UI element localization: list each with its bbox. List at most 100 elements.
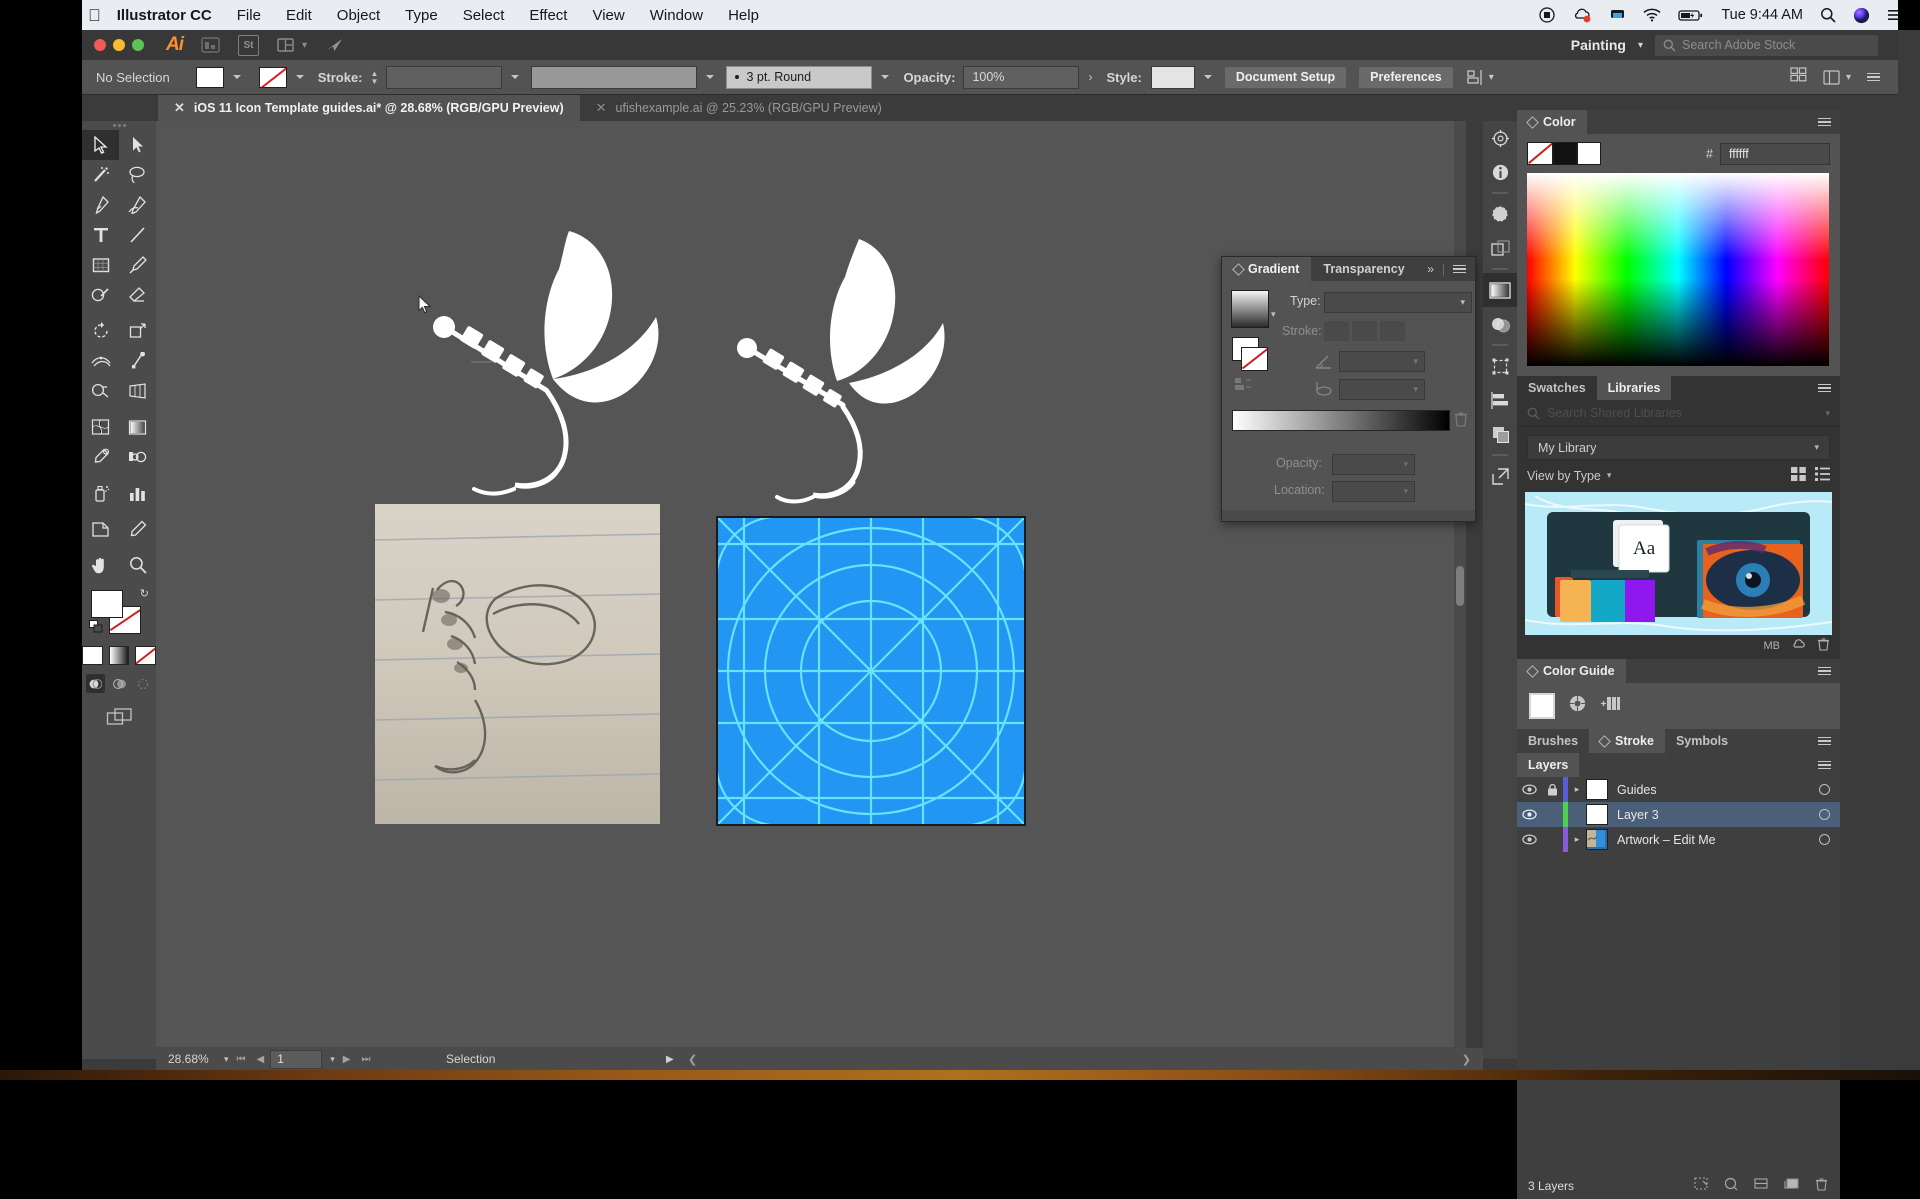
layer-visibility-toggle[interactable] <box>1517 784 1541 795</box>
menu-file[interactable]: File <box>237 7 261 24</box>
tab-swatches[interactable]: Swatches <box>1517 376 1597 400</box>
graphic-style-swatch[interactable] <box>1150 65 1195 89</box>
document-tab-inactive[interactable]: ✕ ufishexample.ai @ 25.23% (RGB/GPU Prev… <box>579 95 898 121</box>
opacity-chevron-down-icon[interactable]: ▾ <box>1403 459 1408 470</box>
trash-icon[interactable] <box>1817 637 1830 654</box>
gradient-panel-resize-handle[interactable] <box>1222 510 1475 521</box>
pathfinder-icon[interactable] <box>1483 417 1517 451</box>
reverse-gradient-icon[interactable] <box>1235 377 1252 397</box>
menu-app-name[interactable]: Illustrator CC <box>117 7 212 24</box>
chevron-down-icon[interactable]: ▾ <box>302 40 307 51</box>
opacity-flyout-icon[interactable]: › <box>1088 70 1092 84</box>
artboard-chevron-down-icon[interactable]: ▾ <box>330 1054 335 1065</box>
stroke-weight-stepper[interactable]: ▲ ▼ <box>371 69 379 85</box>
gradient-opacity-field[interactable]: ▾ <box>1332 454 1415 475</box>
curvature-tool[interactable] <box>119 190 156 220</box>
gradient-mode-button[interactable] <box>108 646 130 665</box>
stroke-within-button[interactable] <box>1324 321 1349 341</box>
color-guide-menu-icon[interactable] <box>1818 666 1831 676</box>
brushes-icon[interactable] <box>1483 121 1517 155</box>
library-selector[interactable]: My Library ▾ <box>1527 435 1830 460</box>
color-none-swatch[interactable] <box>1527 142 1553 165</box>
fill-color-swatch[interactable] <box>195 66 224 88</box>
create-sublayer-icon[interactable] <box>1754 1177 1768 1194</box>
wifi-icon[interactable] <box>1643 8 1661 22</box>
dropbox-icon[interactable] <box>1609 7 1626 23</box>
layer-visibility-toggle[interactable] <box>1517 834 1541 845</box>
paintbrush-tool[interactable] <box>119 250 156 280</box>
swap-fill-stroke-icon[interactable]: ↻ <box>140 587 149 600</box>
gradient-angle-field[interactable]: ▾ <box>1339 351 1425 372</box>
stroke-across-button[interactable] <box>1380 321 1405 341</box>
transform-icon[interactable] <box>1483 349 1517 383</box>
behance-publish-button[interactable] <box>325 37 345 54</box>
layer-expand-chevron-icon[interactable]: ▸ <box>1568 784 1586 795</box>
shaper-tool[interactable] <box>82 280 119 310</box>
first-artboard-icon[interactable]: ⏮ <box>237 1054 246 1065</box>
tab-symbols[interactable]: Symbols <box>1665 729 1739 753</box>
gradient-stroke-type-buttons[interactable] <box>1324 321 1405 341</box>
lasso-tool[interactable] <box>119 160 156 190</box>
locate-object-icon[interactable] <box>1694 1177 1708 1194</box>
edit-colors-icon[interactable] <box>1600 695 1621 717</box>
menu-select[interactable]: Select <box>463 7 505 24</box>
menu-help[interactable]: Help <box>728 7 759 24</box>
hex-input[interactable]: ffffff <box>1720 142 1830 165</box>
color-spectrum[interactable] <box>1527 173 1830 366</box>
stroke-profile-field[interactable] <box>531 65 698 89</box>
layer-expand-chevron-icon[interactable]: ▸ <box>1568 834 1586 845</box>
zoom-chevron-down-icon[interactable]: ▾ <box>224 1054 229 1065</box>
fishing-fly-vector-left[interactable] <box>406 221 666 551</box>
tab-transparency[interactable]: Transparency <box>1311 257 1416 281</box>
artboard-number-field[interactable]: 1 <box>270 1049 323 1069</box>
angle-chevron-down-icon[interactable]: ▾ <box>1413 356 1418 367</box>
arrange-layout-button[interactable]: ▾ <box>1823 69 1851 85</box>
shape-builder-tool[interactable] <box>82 376 119 406</box>
close-tab-icon[interactable]: ✕ <box>174 100 185 116</box>
current-tool-label[interactable]: Selection <box>446 1052 495 1066</box>
search-chevron-down-icon[interactable]: ▾ <box>1825 408 1830 419</box>
menu-window[interactable]: Window <box>650 7 703 24</box>
color-wheel-icon[interactable] <box>1568 694 1587 718</box>
fill-chevron-down-icon[interactable] <box>232 75 241 79</box>
gradient-fill-stroke-toggle[interactable] <box>1232 337 1268 371</box>
draw-normal-button[interactable] <box>85 674 105 693</box>
slice-tool[interactable] <box>119 514 156 544</box>
maximize-button[interactable] <box>132 39 144 51</box>
menu-bar-clock[interactable]: Tue 9:44 AM <box>1721 7 1803 23</box>
view-chevron-down-icon[interactable]: ▾ <box>1607 470 1612 481</box>
layer-name[interactable]: Layer 3 <box>1617 808 1659 822</box>
transparency-icon[interactable] <box>1483 307 1517 341</box>
free-transform-tool[interactable] <box>119 346 156 376</box>
layer-target-circle[interactable] <box>1819 809 1830 820</box>
type-tool[interactable] <box>82 220 119 250</box>
stroke-profile-chevron-down-icon[interactable] <box>706 75 715 79</box>
brush-definition-field[interactable]: 3 pt. Round <box>726 65 873 89</box>
grid-view-icon[interactable] <box>1791 467 1806 484</box>
align-chevron-down-icon[interactable]: ▾ <box>1489 72 1494 83</box>
direct-selection-tool[interactable] <box>119 130 156 160</box>
width-tool[interactable] <box>82 346 119 376</box>
hand-tool[interactable] <box>82 550 119 580</box>
gradient-panel-menu-icon[interactable] <box>1453 264 1466 274</box>
menu-type[interactable]: Type <box>405 7 438 24</box>
layers-panel-tab[interactable]: Layers <box>1517 753 1580 777</box>
status-scroll-right-icon[interactable]: ❯ <box>1462 1053 1471 1066</box>
blend-tool[interactable] <box>119 442 156 472</box>
align-options-button[interactable]: ▾ <box>1467 69 1494 85</box>
draw-behind-button[interactable] <box>110 674 129 693</box>
table-row[interactable]: Layer 3 <box>1517 802 1840 827</box>
layer-target-circle[interactable] <box>1819 834 1830 845</box>
opacity-field[interactable]: 100% <box>963 65 1080 89</box>
artboard-tool[interactable] <box>82 514 119 544</box>
tab-gradient[interactable]: Gradient <box>1222 257 1312 281</box>
color-guide-menu[interactable] <box>1818 666 1840 676</box>
pen-tool[interactable] <box>82 190 119 220</box>
color-guide-base-swatch[interactable] <box>1529 693 1555 719</box>
layer-lock-toggle[interactable] <box>1541 783 1563 796</box>
next-artboard-icon[interactable]: ▶ <box>343 1054 351 1065</box>
color-panel-tab[interactable]: Color <box>1517 110 1587 134</box>
draw-inside-button[interactable] <box>134 674 153 693</box>
bridge-button[interactable] <box>201 36 220 54</box>
rectangle-tool[interactable] <box>82 250 119 280</box>
